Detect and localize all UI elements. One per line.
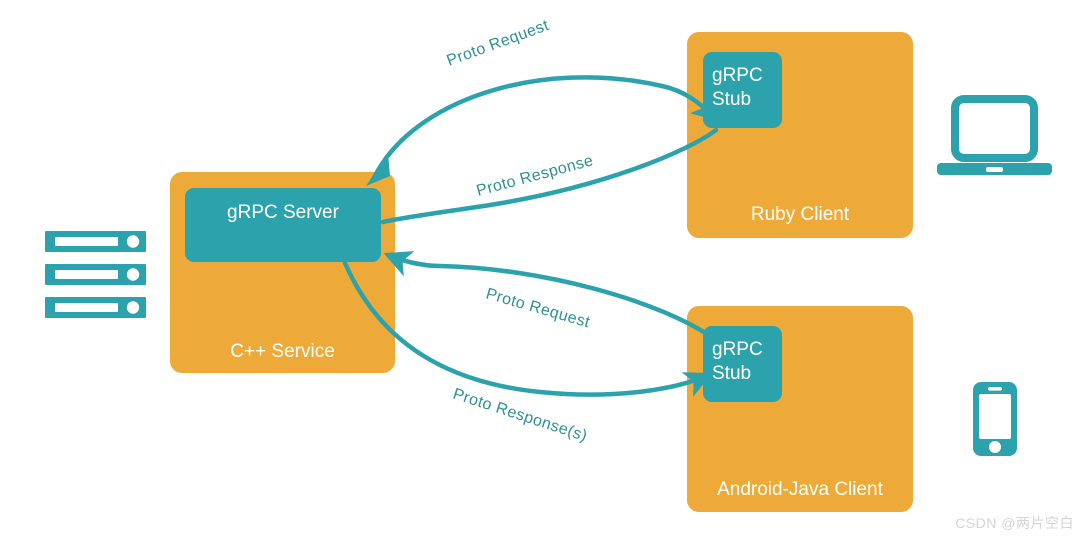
diagram-canvas: C++ Service gRPC Server Ruby Client gRPC… bbox=[45, 17, 1052, 512]
grpc-architecture-diagram: C++ Service gRPC Server Ruby Client gRPC… bbox=[0, 0, 1088, 541]
grpc-server-label: gRPC Server bbox=[227, 202, 340, 223]
edge-ruby-proto-response-label: Proto Response bbox=[475, 152, 596, 200]
cpp-service-label: C++ Service bbox=[230, 341, 335, 362]
ruby-stub-label-line2: Stub bbox=[712, 89, 751, 110]
csdn-watermark: CSDN @两片空白 bbox=[955, 515, 1074, 531]
phone-icon bbox=[973, 382, 1017, 456]
ruby-stub-label-line1: gRPC bbox=[712, 65, 763, 86]
laptop-icon bbox=[937, 95, 1052, 175]
edge-ruby-proto-response: Proto Response bbox=[380, 127, 719, 225]
android-java-client-label: Android-Java Client bbox=[717, 479, 884, 500]
android-stub-label-line2: Stub bbox=[712, 363, 751, 384]
edge-android-proto-request: Proto Request bbox=[383, 251, 719, 343]
server-rack-icon bbox=[45, 231, 146, 318]
edge-android-proto-request-label: Proto Request bbox=[484, 286, 592, 332]
edge-android-proto-response-path bbox=[342, 260, 713, 397]
grpc-server-box[interactable]: gRPC Server bbox=[185, 188, 381, 262]
ruby-client-label: Ruby Client bbox=[751, 204, 850, 225]
edge-android-proto-response: Proto Response(s) bbox=[342, 260, 713, 445]
edge-ruby-proto-request-label: Proto Request bbox=[445, 17, 552, 70]
edge-android-proto-request-path bbox=[383, 251, 719, 343]
android-stub-label-line1: gRPC bbox=[712, 339, 763, 360]
